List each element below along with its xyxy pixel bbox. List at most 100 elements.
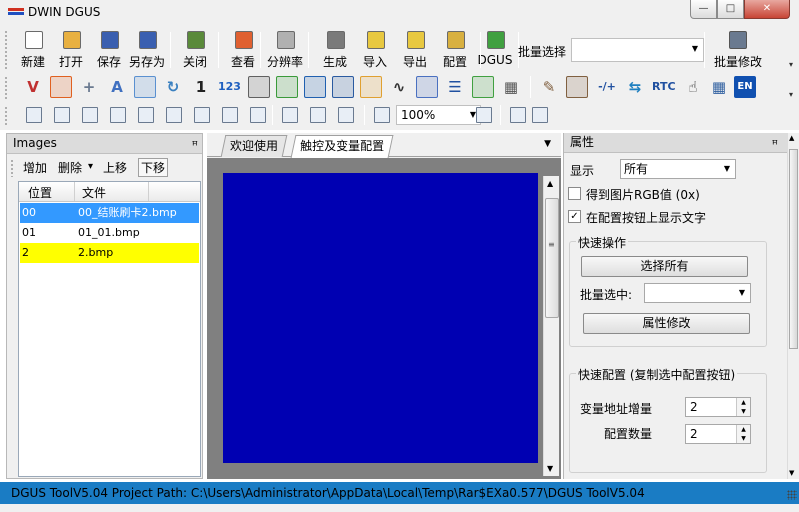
- scroll-down-icon[interactable]: ▼: [789, 469, 794, 477]
- resolution-button[interactable]: 分辨率: [266, 28, 304, 72]
- qr-code-icon[interactable]: ▦: [500, 76, 522, 98]
- align-middle-icon[interactable]: [138, 107, 154, 123]
- save-button[interactable]: 保存: [90, 28, 128, 72]
- screen-canvas[interactable]: [223, 173, 538, 463]
- keyboard-grid-icon[interactable]: ▦: [708, 76, 730, 98]
- center-both-icon[interactable]: [194, 107, 210, 123]
- toolbar-grip[interactable]: [4, 30, 8, 70]
- language-en-icon[interactable]: EN: [734, 76, 756, 98]
- text-display-icon[interactable]: [248, 76, 270, 98]
- spin-down-icon[interactable]: ▼: [736, 434, 750, 443]
- toggle-icon[interactable]: [472, 76, 494, 98]
- image-icon[interactable]: [134, 76, 156, 98]
- shape-icon[interactable]: [416, 76, 438, 98]
- bring-front-icon[interactable]: [510, 107, 526, 123]
- show-text-checkbox[interactable]: ✓: [568, 210, 581, 223]
- copy-icon[interactable]: [282, 107, 298, 123]
- maximize-button[interactable]: □: [717, 0, 744, 19]
- scroll-thumb[interactable]: [789, 149, 798, 349]
- export-button[interactable]: 导出: [396, 28, 434, 72]
- close-window-button[interactable]: ✕: [744, 0, 790, 19]
- delete-image-button[interactable]: 删除: [58, 159, 82, 176]
- config-button[interactable]: 配置: [436, 28, 474, 72]
- sync-icon[interactable]: ⇆: [624, 76, 646, 98]
- toolbar-grip[interactable]: [4, 106, 8, 126]
- pin-icon[interactable]: ꟸ: [772, 135, 778, 154]
- edit-icon[interactable]: ✎: [538, 76, 560, 98]
- select-all-button[interactable]: 选择所有: [581, 256, 748, 277]
- scroll-down-icon[interactable]: ▼: [547, 464, 553, 473]
- same-height-icon[interactable]: [250, 107, 266, 123]
- variable-icon[interactable]: V: [22, 76, 44, 98]
- increment-icon[interactable]: +: [78, 76, 100, 98]
- new-button[interactable]: 新建: [14, 28, 52, 72]
- toolbar-grip[interactable]: [4, 76, 8, 100]
- properties-scrollbar[interactable]: ▲ ▼: [787, 133, 799, 479]
- property-modify-button[interactable]: 属性修改: [583, 313, 750, 334]
- minimize-button[interactable]: —: [690, 0, 717, 19]
- zoom-in-icon[interactable]: [374, 107, 390, 123]
- batch-select-dropdown[interactable]: ▼: [571, 38, 704, 62]
- toolbar-overflow-icon[interactable]: ▾: [789, 60, 793, 69]
- curve-icon[interactable]: ∿: [388, 76, 410, 98]
- table-row[interactable]: 01 01_01.bmp: [20, 223, 199, 243]
- column-divider[interactable]: [74, 182, 75, 201]
- display-select[interactable]: 所有 ▼: [620, 159, 736, 179]
- list-icon[interactable]: ☰: [444, 76, 466, 98]
- zoom-select[interactable]: 100% ▼: [396, 105, 481, 125]
- align-right-icon[interactable]: [82, 107, 98, 123]
- batch-modify-button[interactable]: 批量修改: [710, 28, 766, 72]
- move-up-button[interactable]: 上移: [103, 159, 127, 176]
- chevron-down-icon[interactable]: ▼: [544, 139, 551, 149]
- icon-tool-icon[interactable]: [50, 76, 72, 98]
- tab-touch-variable-config[interactable]: 触控及变量配置: [290, 135, 394, 158]
- globe-icon[interactable]: [360, 76, 382, 98]
- plus-minus-icon[interactable]: -/+: [596, 76, 618, 98]
- screen-icon[interactable]: [332, 76, 354, 98]
- tab-welcome[interactable]: 欢迎使用: [220, 135, 288, 157]
- form-edit-icon[interactable]: [566, 76, 588, 98]
- slider-icon[interactable]: A: [106, 76, 128, 98]
- column-divider[interactable]: [148, 182, 149, 201]
- move-down-button[interactable]: 下移: [138, 158, 169, 177]
- pin-icon[interactable]: ꟸ: [192, 136, 198, 155]
- import-button[interactable]: 导入: [356, 28, 394, 72]
- open-button[interactable]: 打开: [52, 28, 90, 72]
- dgus-button[interactable]: DGUS: [476, 28, 514, 72]
- toolbar-grip[interactable]: [10, 159, 14, 177]
- vertical-scrollbar[interactable]: ▲ ≡ ▼: [543, 176, 559, 476]
- rtc-icon[interactable]: RTC: [652, 76, 676, 98]
- align-top-icon[interactable]: [110, 107, 126, 123]
- batch-selected-select[interactable]: ▼: [644, 283, 751, 303]
- align-left-icon[interactable]: [26, 107, 42, 123]
- spin-down-icon[interactable]: ▼: [736, 407, 750, 416]
- column-header-position[interactable]: 位置: [28, 184, 52, 201]
- column-header-file[interactable]: 文件: [82, 184, 106, 201]
- clock-icon[interactable]: [304, 76, 326, 98]
- number-display-icon[interactable]: 123: [218, 76, 241, 98]
- resize-grip-icon[interactable]: [787, 490, 797, 500]
- touch-hand-icon[interactable]: ☝: [682, 76, 704, 98]
- rotate-icon[interactable]: ↻: [162, 76, 184, 98]
- generate-button[interactable]: 生成: [316, 28, 354, 72]
- paste-icon[interactable]: [310, 107, 326, 123]
- add-image-button[interactable]: 增加: [23, 159, 47, 176]
- data-transfer-icon[interactable]: [276, 76, 298, 98]
- same-width-icon[interactable]: [222, 107, 238, 123]
- scroll-up-icon[interactable]: ▲: [547, 179, 553, 188]
- get-rgb-checkbox[interactable]: [568, 187, 581, 200]
- table-row[interactable]: 2 2.bmp: [20, 243, 199, 263]
- toolbar-overflow-icon[interactable]: ▾: [789, 90, 793, 99]
- align-bottom-icon[interactable]: [166, 107, 182, 123]
- close-button[interactable]: 关闭: [176, 28, 214, 72]
- chevron-down-icon[interactable]: ▾: [88, 161, 93, 172]
- config-count-stepper[interactable]: 2 ▲ ▼: [685, 424, 751, 444]
- table-row[interactable]: 00 00_结账刷卡2.bmp: [20, 203, 199, 223]
- scroll-thumb[interactable]: [545, 198, 559, 318]
- delete-icon[interactable]: [338, 107, 354, 123]
- view-button[interactable]: 查看: [224, 28, 262, 72]
- var-increment-stepper[interactable]: 2 ▲ ▼: [685, 397, 751, 417]
- zoom-out-icon[interactable]: [476, 107, 492, 123]
- save-as-button[interactable]: 另存为: [128, 28, 166, 72]
- spin-up-icon[interactable]: ▲: [736, 425, 750, 434]
